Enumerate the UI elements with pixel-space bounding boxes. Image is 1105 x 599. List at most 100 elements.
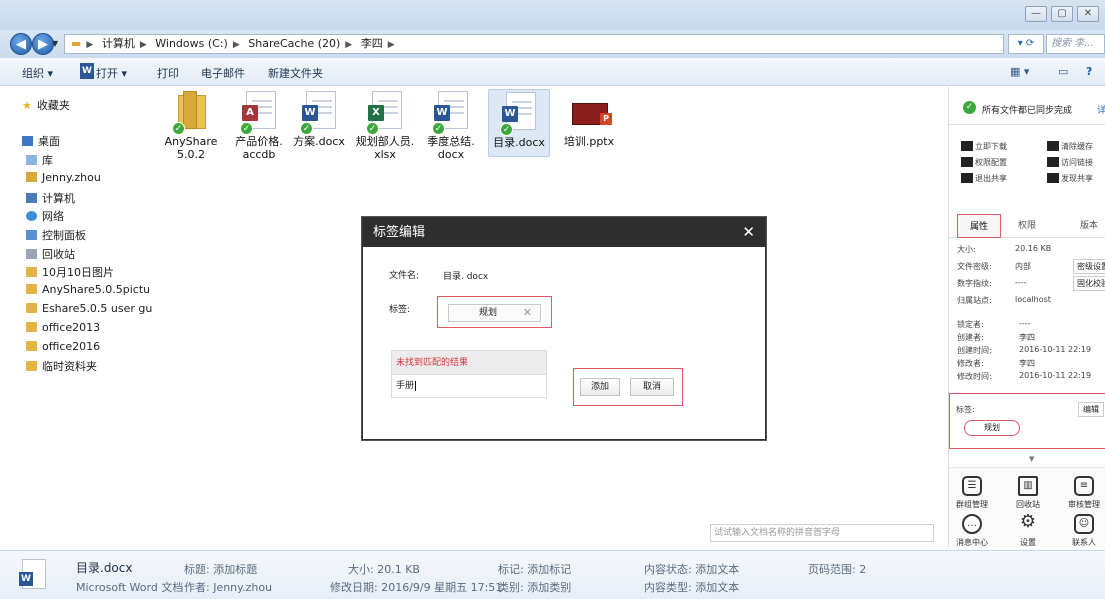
recycle-bin-button[interactable]: ▥ 回收站 xyxy=(1007,476,1049,510)
dialog-close-button[interactable]: ✕ xyxy=(742,218,755,247)
synced-check-icon: ✓ xyxy=(432,122,445,135)
folder-icon xyxy=(26,322,37,332)
quick-search-input[interactable]: 试试输入文档名称的拼音首字母 xyxy=(710,524,934,542)
forward-button[interactable]: ▶ xyxy=(32,33,54,55)
sidebar-item-folder[interactable]: office2013 xyxy=(26,321,100,334)
locker-value: ---- xyxy=(1019,319,1031,328)
verify-button[interactable]: 固化校验 xyxy=(1073,276,1105,291)
folder-icon xyxy=(26,284,37,294)
view-options-icon[interactable]: ▦ ▾ xyxy=(1010,65,1029,78)
sidebar-item-recycle-bin[interactable]: 回收站 xyxy=(26,246,75,262)
sidebar-item-folder[interactable]: 临时资料夹 xyxy=(26,358,97,374)
file-item[interactable]: W ✓ 季度总结. docx xyxy=(420,91,482,161)
search-input[interactable]: 搜索 李... xyxy=(1046,34,1105,54)
secret-setting-button[interactable]: 密级设置 xyxy=(1073,259,1105,274)
tab-versions[interactable]: 版本 xyxy=(1067,214,1105,238)
details-author[interactable]: 作者: Jenny.zhou xyxy=(184,579,272,595)
preview-pane-icon[interactable]: ▭ xyxy=(1058,65,1068,78)
breadcrumb-item[interactable]: 计算机 xyxy=(102,37,135,50)
dialog-button-group: 添加 取消 xyxy=(573,368,683,406)
group-management-button[interactable]: ☰ 群组管理 xyxy=(951,476,993,510)
tag-chip[interactable]: 规划 xyxy=(964,420,1020,436)
permission-action[interactable]: 权限配置 xyxy=(961,157,1007,168)
sync-ok-icon: ✓ xyxy=(963,101,976,114)
discover-share-action[interactable]: 发现共享 xyxy=(1047,173,1093,184)
settings-button[interactable]: ⚙ 设置 xyxy=(1007,513,1049,548)
sidebar-item-user[interactable]: Jenny.zhou xyxy=(26,171,101,184)
download-action[interactable]: 立即下载 xyxy=(961,141,1007,152)
details-page-range: 页码范围: 2 xyxy=(808,563,867,576)
breadcrumb-item[interactable]: 李四 xyxy=(361,37,383,50)
synced-check-icon: ✓ xyxy=(300,122,313,135)
file-item[interactable]: X ✓ 规划部人员. xlsx xyxy=(354,91,416,161)
title-bar: — ▢ ✕ xyxy=(0,0,1105,30)
modifier-value: 李四 xyxy=(1019,359,1035,368)
breadcrumb-item[interactable]: ShareCache (20) xyxy=(248,37,340,50)
details-content-type[interactable]: 内容类型: 添加文本 xyxy=(644,579,739,595)
details-content-status[interactable]: 内容状态: 添加文本 xyxy=(644,561,739,577)
size-label: 大小: xyxy=(957,245,976,254)
exit-share-action[interactable]: 退出共享 xyxy=(961,173,1007,184)
contacts-button[interactable]: ☺ 联系人 xyxy=(1063,514,1105,548)
minimize-button[interactable]: — xyxy=(1025,6,1047,22)
sidebar-item-folder[interactable]: office2016 xyxy=(26,340,100,353)
tag-chip[interactable]: 规划 ✕ xyxy=(448,304,541,322)
details-tags[interactable]: 标记: 添加标记 xyxy=(498,561,571,577)
collapse-arrow-icon[interactable]: ▼ xyxy=(1029,455,1034,463)
sidebar-item-network[interactable]: 网络 xyxy=(26,208,64,224)
sidebar-item-control-panel[interactable]: 控制面板 xyxy=(26,227,86,243)
open-menu[interactable]: 打开 ▾ xyxy=(96,65,127,81)
address-bar[interactable]: ▬ ▶ 计算机 ▶ Windows (C:) ▶ ShareCache (20) ▶ 李… xyxy=(64,34,1004,54)
add-button[interactable]: 添加 xyxy=(580,378,620,396)
file-item-selected[interactable]: W ✓ 目录.docx xyxy=(488,89,550,157)
tag-label: 标签: xyxy=(389,305,411,315)
print-button[interactable]: 打印 xyxy=(157,65,179,81)
maximize-button[interactable]: ▢ xyxy=(1051,6,1073,22)
word-file-icon: W ✓ xyxy=(432,91,468,135)
sidebar-item-desktop[interactable]: 桌面 xyxy=(22,133,60,149)
excel-file-icon: X ✓ xyxy=(366,91,402,135)
modify-time-value: 2016-10-11 22:19 xyxy=(1019,371,1092,380)
clear-cache-action[interactable]: 清除缓存 xyxy=(1047,141,1093,152)
access-link-action[interactable]: 访问链接 xyxy=(1047,157,1093,168)
details-category[interactable]: 类别: 添加类别 xyxy=(498,579,571,595)
history-dropdown-icon[interactable]: ▼ xyxy=(52,39,58,48)
file-item[interactable]: ✓ AnyShare 5.0.2 xyxy=(160,91,222,161)
tag-edit-button[interactable]: 编辑 xyxy=(1078,402,1104,417)
refresh-button[interactable]: ▾ ⟳ xyxy=(1008,34,1044,54)
contact-icon: ☺ xyxy=(1074,514,1094,534)
breadcrumb-item[interactable]: Windows (C:) xyxy=(155,37,228,50)
email-button[interactable]: 电子邮件 xyxy=(201,65,245,81)
details-title[interactable]: 标题: 添加标题 xyxy=(184,561,257,577)
dialog-header: 标签编辑 ✕ xyxy=(363,218,765,247)
audit-management-button[interactable]: ≡ 审核管理 xyxy=(1063,476,1105,510)
back-button[interactable]: ◀ xyxy=(10,33,32,55)
size-value: 20.16 KB xyxy=(1015,244,1052,253)
file-item[interactable]: P 培训.pptx xyxy=(558,91,620,148)
tab-permissions[interactable]: 权限 xyxy=(1005,214,1049,238)
sidebar-item-folder[interactable]: 10月10日图片 xyxy=(26,264,114,280)
details-filetype: Microsoft Word 文档 xyxy=(76,581,184,594)
sidebar-item-folder[interactable]: AnyShare5.0.5pictu xyxy=(26,283,150,296)
tag-input[interactable]: 手册 xyxy=(392,375,546,397)
file-item[interactable]: W ✓ 方案.docx xyxy=(288,91,350,148)
cancel-button[interactable]: 取消 xyxy=(630,378,674,396)
organize-menu[interactable]: 组织 ▾ xyxy=(22,65,53,81)
file-item[interactable]: A ✓ 产品价格. accdb xyxy=(228,91,290,161)
tab-properties[interactable]: 属性 xyxy=(957,214,1001,238)
library-icon xyxy=(26,155,37,165)
tag-remove-icon[interactable]: ✕ xyxy=(523,305,532,321)
help-icon[interactable]: ? xyxy=(1086,65,1092,78)
modify-time-label: 修改时间: xyxy=(957,372,992,381)
synced-check-icon: ✓ xyxy=(500,123,513,136)
message-center-button[interactable]: … 消息中心 xyxy=(951,514,993,548)
new-folder-button[interactable]: 新建文件夹 xyxy=(268,65,323,81)
sync-detail-link[interactable]: 详 xyxy=(1097,103,1105,116)
sidebar-item-library[interactable]: 库 xyxy=(26,152,53,168)
sidebar-item-folder[interactable]: Eshare5.0.5 user gu xyxy=(26,302,152,315)
panel-tabs: 属性 权限 版本 xyxy=(949,214,1105,238)
close-button[interactable]: ✕ xyxy=(1077,6,1099,22)
sidebar-item-favorites[interactable]: ★ 收藏夹 xyxy=(22,97,70,113)
sidebar-item-computer[interactable]: 计算机 xyxy=(26,190,75,206)
anyshare-panel: ✓ 所有文件都已同步完成 详 立即下载 清除缓存 权限配置 访问链接 退出共享 … xyxy=(948,87,1105,547)
